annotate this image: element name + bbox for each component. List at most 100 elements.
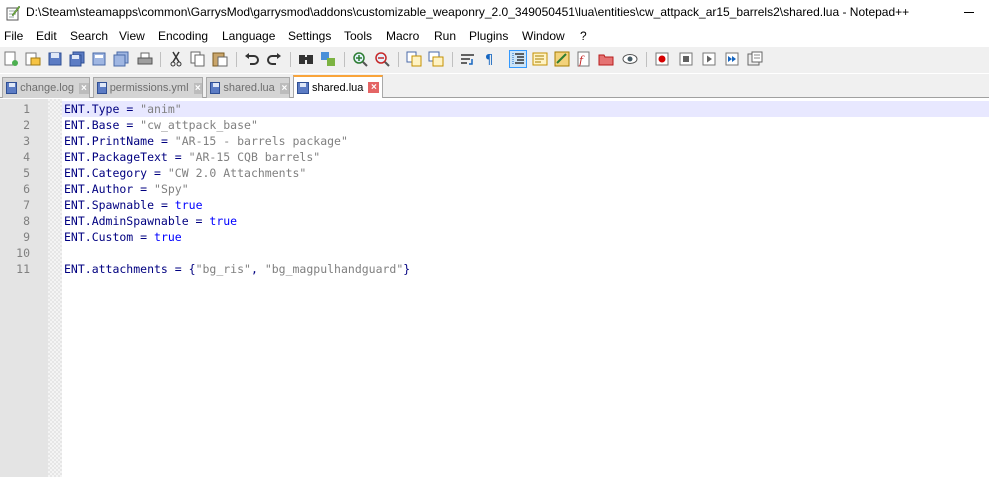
line-number: 2	[23, 118, 30, 132]
line-number: 8	[23, 214, 30, 228]
cut-icon[interactable]	[167, 50, 185, 68]
run-macro-multiple-icon[interactable]	[723, 50, 741, 68]
save-macro-icon[interactable]	[746, 50, 764, 68]
code-token: ENT.Category	[64, 166, 148, 180]
minimize-button[interactable]	[956, 4, 984, 22]
menu-window[interactable]: Window	[522, 29, 565, 43]
line-number: 9	[23, 230, 30, 244]
open-file-icon[interactable]	[24, 50, 42, 68]
tab-bar: change.log × permissions.yml × shared.lu…	[0, 74, 989, 98]
menu-language[interactable]: Language	[222, 29, 275, 43]
editor[interactable]: 1 2 3 4 5 6 7 8 9 10 11 ENT.Type = "anim" ENT.Base …	[0, 99, 989, 477]
code-line[interactable]: ENT.attachments = {"bg_ris", "bg_magpulh…	[64, 261, 410, 277]
copy-icon[interactable]	[189, 50, 207, 68]
menu-tools[interactable]: Tools	[344, 29, 372, 43]
close-tab-icon[interactable]: ×	[368, 82, 380, 93]
line-number: 3	[23, 134, 30, 148]
code-line[interactable]: ENT.Author = "Spy"	[64, 181, 189, 197]
code-token: "CW 2.0 Attachments"	[167, 166, 307, 180]
tab-label: shared.lua	[223, 82, 275, 94]
code-token: "cw_attpack_base"	[140, 118, 258, 132]
menu-encoding[interactable]: Encoding	[158, 29, 208, 43]
close-icon[interactable]	[90, 50, 108, 68]
toolbar-separator	[290, 52, 291, 67]
new-file-icon[interactable]	[2, 50, 20, 68]
code-token: true	[154, 230, 182, 244]
line-number: 10	[16, 246, 30, 260]
folder-as-workspace-icon[interactable]	[597, 50, 615, 68]
tab-permissions-yml[interactable]: permissions.yml ×	[93, 77, 203, 98]
toolbar-separator	[344, 52, 345, 67]
word-wrap-icon[interactable]	[459, 50, 477, 68]
window-title: D:\Steam\steamapps\common\GarrysMod\garr…	[26, 5, 910, 19]
paste-icon[interactable]	[211, 50, 229, 68]
code-token: "AR-15 - barrels package"	[174, 134, 348, 148]
indent-guide-icon[interactable]	[509, 50, 527, 68]
menu-macro[interactable]: Macro	[386, 29, 419, 43]
find-icon[interactable]	[297, 50, 315, 68]
show-all-characters-icon[interactable]: ¶	[481, 50, 499, 68]
tab-change-log[interactable]: change.log ×	[2, 77, 90, 98]
replace-icon[interactable]	[319, 50, 337, 68]
document-map-icon[interactable]	[553, 50, 571, 68]
code-line[interactable]: ENT.Base = "cw_attpack_base"	[64, 117, 258, 133]
code-token: ENT.AdminSpawnable	[64, 214, 189, 228]
save-icon[interactable]	[46, 50, 64, 68]
sync-horizontal-icon[interactable]	[427, 50, 445, 68]
menu-run[interactable]: Run	[434, 29, 456, 43]
menu-plugins[interactable]: Plugins	[469, 29, 508, 43]
code-token: ENT.PrintName	[64, 134, 155, 148]
line-number: 4	[23, 150, 30, 164]
function-list-icon[interactable]: f	[575, 50, 593, 68]
close-tab-icon[interactable]: ×	[279, 82, 289, 94]
menu-help[interactable]: ?	[580, 29, 587, 43]
record-macro-icon[interactable]	[653, 50, 671, 68]
code-line[interactable]: ENT.Category = "CW 2.0 Attachments"	[64, 165, 306, 181]
line-number: 1	[23, 102, 30, 116]
sync-vertical-icon[interactable]	[405, 50, 423, 68]
tab-shared-lua[interactable]: shared.lua ×	[206, 77, 290, 98]
close-all-icon[interactable]	[112, 50, 130, 68]
code-line[interactable]: ENT.Spawnable = true	[64, 197, 203, 213]
tab-label: permissions.yml	[109, 82, 189, 94]
code-token: ,	[250, 262, 265, 276]
code-token: ENT.attachments	[64, 262, 168, 276]
menu-edit[interactable]: Edit	[36, 29, 57, 43]
zoom-out-icon[interactable]	[373, 50, 391, 68]
user-defined-language-icon[interactable]	[531, 50, 549, 68]
fold-margin[interactable]	[48, 99, 62, 477]
redo-icon[interactable]	[265, 50, 283, 68]
save-all-icon[interactable]	[68, 50, 86, 68]
code-line[interactable]: ENT.AdminSpawnable = true	[64, 213, 237, 229]
undo-icon[interactable]	[243, 50, 261, 68]
close-tab-icon[interactable]: ×	[193, 82, 202, 94]
code-token: ENT.Spawnable	[64, 198, 155, 212]
code-line[interactable]: ENT.PackageText = "AR-15 CQB barrels"	[64, 149, 320, 165]
tab-shared-lua-active[interactable]: shared.lua ×	[293, 75, 383, 98]
menu-bar: File Edit Search View Encoding Language …	[0, 27, 989, 47]
print-icon[interactable]	[136, 50, 154, 68]
code-token: true	[209, 214, 238, 228]
file-saved-icon	[97, 82, 107, 94]
monitoring-icon[interactable]	[621, 50, 639, 68]
zoom-in-icon[interactable]	[351, 50, 369, 68]
menu-view[interactable]: View	[119, 29, 145, 43]
file-saved-icon	[6, 82, 18, 94]
code-token: ENT.Author	[64, 182, 134, 196]
menu-settings[interactable]: Settings	[288, 29, 331, 43]
stop-recording-icon[interactable]	[677, 50, 695, 68]
code-line[interactable]: ENT.Type = "anim"	[64, 101, 182, 117]
title-bar: D:\Steam\steamapps\common\GarrysMod\garr…	[0, 0, 989, 26]
code-token: "anim"	[140, 102, 182, 116]
code-token: ENT.Type	[64, 102, 120, 116]
code-line[interactable]: ENT.Custom = true	[64, 229, 182, 245]
code-token: }	[403, 262, 411, 276]
play-macro-icon[interactable]	[700, 50, 718, 68]
menu-file[interactable]: File	[4, 29, 23, 43]
code-line[interactable]: ENT.PrintName = "AR-15 - barrels package…	[64, 133, 348, 149]
menu-search[interactable]: Search	[70, 29, 108, 43]
close-tab-icon[interactable]: ×	[78, 82, 89, 94]
code-token: = {	[167, 262, 196, 276]
code-token: =	[188, 214, 210, 228]
code-token: =	[133, 230, 155, 244]
